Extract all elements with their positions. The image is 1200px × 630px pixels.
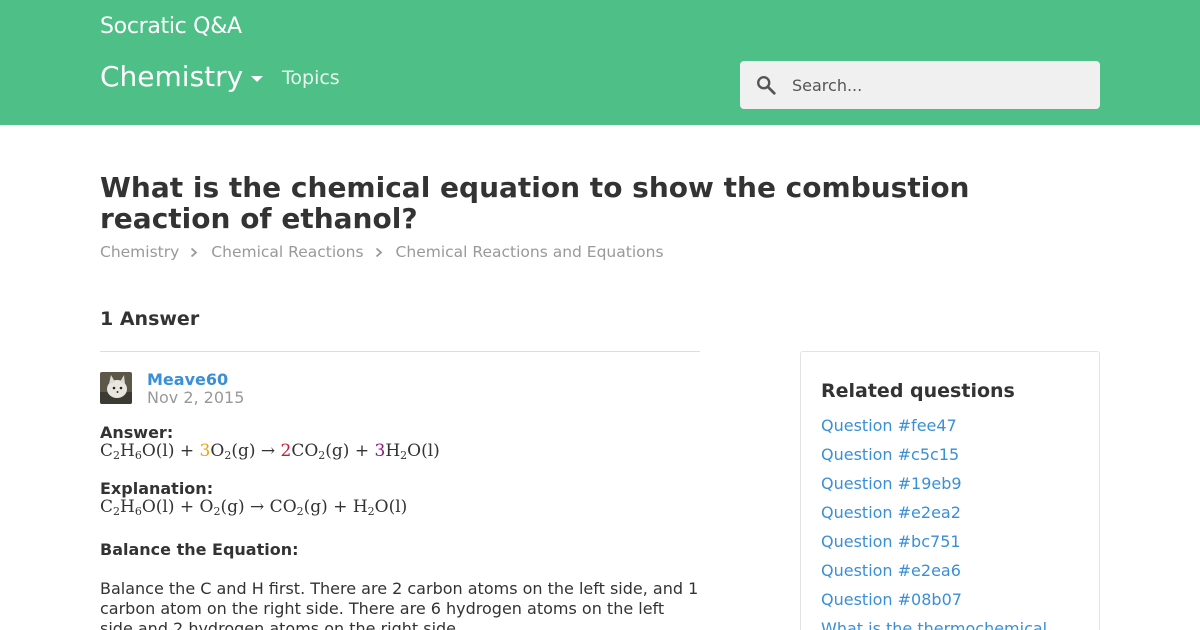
- chevron-right-icon: [375, 247, 383, 258]
- avatar[interactable]: [100, 372, 132, 404]
- related-questions-panel: Related questions Question #fee47 Questi…: [800, 351, 1100, 630]
- related-list: Question #fee47 Question #c5c15 Question…: [821, 411, 1047, 630]
- chevron-down-icon: [251, 75, 264, 82]
- answer-equation: C2H6O(l) + 3O2(g) → 2CO2(g) + 3H2O(l): [100, 441, 440, 462]
- related-question-link[interactable]: Question #e2ea6: [821, 556, 1047, 585]
- author-name[interactable]: Meave60: [147, 370, 228, 389]
- subject-label: Chemistry: [100, 60, 244, 93]
- subject-dropdown[interactable]: Chemistry: [100, 60, 264, 93]
- divider: [100, 351, 700, 352]
- search-box[interactable]: [740, 61, 1100, 109]
- balance-heading: Balance the Equation:: [100, 540, 299, 559]
- related-question-link[interactable]: Question #fee47: [821, 411, 1047, 440]
- breadcrumb-item-chemical-reactions[interactable]: Chemical Reactions: [211, 243, 363, 261]
- related-question-link[interactable]: Question #c5c15: [821, 440, 1047, 469]
- breadcrumb: Chemistry Chemical Reactions Chemical Re…: [100, 243, 664, 261]
- answers-count: 1 Answer: [100, 308, 200, 330]
- topics-link[interactable]: Topics: [282, 67, 340, 89]
- related-question-link[interactable]: Question #bc751: [821, 527, 1047, 556]
- search-input[interactable]: [792, 75, 1082, 95]
- site-header: Socratic Q&A Chemistry Topics: [0, 0, 1200, 125]
- question-title: What is the chemical equation to show th…: [100, 171, 970, 235]
- related-question-link[interactable]: Question #e2ea2: [821, 498, 1047, 527]
- breadcrumb-item-reactions-equations[interactable]: Chemical Reactions and Equations: [396, 243, 664, 261]
- explanation-label: Explanation:: [100, 479, 214, 498]
- answer-date: Nov 2, 2015: [147, 388, 245, 407]
- related-question-link[interactable]: What is the thermochemical: [821, 614, 1047, 630]
- related-question-link[interactable]: Question #08b07: [821, 585, 1047, 614]
- search-icon: [740, 61, 792, 109]
- breadcrumb-item-chemistry[interactable]: Chemistry: [100, 243, 179, 261]
- explanation-equation: C2H6O(l) + O2(g) → CO2(g) + H2O(l): [100, 497, 408, 518]
- related-question-link[interactable]: Question #19eb9: [821, 469, 1047, 498]
- brand-logo[interactable]: Socratic Q&A: [100, 14, 242, 39]
- related-heading: Related questions: [821, 380, 1015, 402]
- answer-label: Answer:: [100, 423, 174, 442]
- balance-paragraph: Balance the C and H first. There are 2 c…: [100, 579, 699, 630]
- chevron-right-icon: [190, 247, 198, 258]
